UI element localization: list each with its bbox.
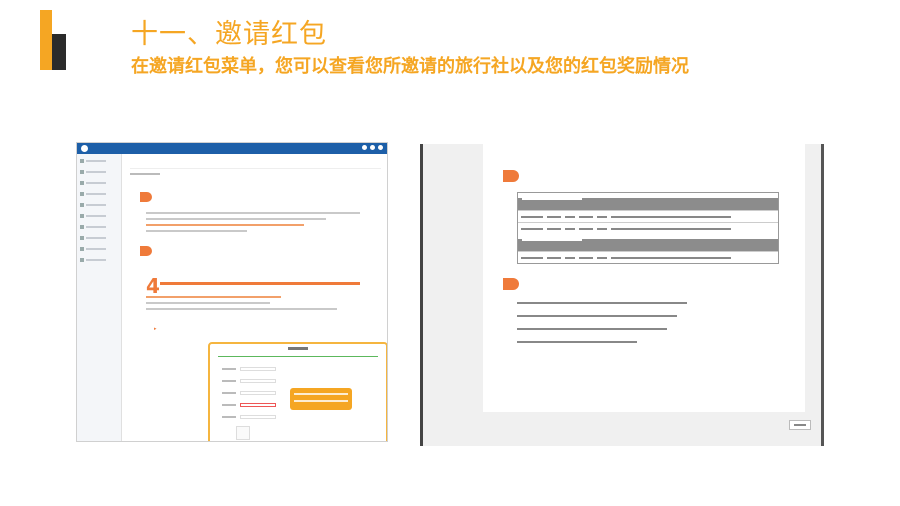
sidebar-item[interactable] xyxy=(80,167,118,176)
form-row[interactable] xyxy=(222,414,276,419)
text-block xyxy=(146,296,371,314)
table-row xyxy=(518,222,778,234)
left-screenshot: 4 ▸ xyxy=(76,142,388,442)
sidebar-item[interactable] xyxy=(80,211,118,220)
rules-text xyxy=(517,302,717,354)
menu-icon xyxy=(80,246,84,251)
section-tag xyxy=(140,246,152,256)
details-page xyxy=(483,144,805,412)
logo-block-dark xyxy=(52,34,66,70)
reward-table xyxy=(517,192,779,264)
qr-code xyxy=(236,426,250,440)
menu-icon xyxy=(80,158,84,163)
user-icon[interactable] xyxy=(378,145,383,150)
menu-icon xyxy=(80,180,84,185)
menu-icon xyxy=(80,257,84,262)
app-sidebar xyxy=(77,154,122,441)
header-tools xyxy=(362,145,383,150)
invite-form-card xyxy=(208,342,387,441)
notification-icon[interactable] xyxy=(362,145,367,150)
slide-title: 十一、邀请红包 xyxy=(131,19,327,50)
form-header xyxy=(218,347,378,357)
promo-headline xyxy=(160,282,360,285)
logo-icon xyxy=(81,145,88,152)
breadcrumb xyxy=(130,160,381,175)
menu-icon xyxy=(80,169,84,174)
form-row[interactable] xyxy=(222,378,276,383)
sidebar-item[interactable] xyxy=(80,200,118,209)
sidebar-item[interactable] xyxy=(80,244,118,253)
menu-icon xyxy=(80,235,84,240)
slide-subtitle: 在邀请红包菜单，您可以查看您所邀请的旅行社以及您的红包奖励情况 xyxy=(131,56,689,77)
form-row[interactable] xyxy=(222,402,276,407)
section-tag xyxy=(140,192,152,202)
sidebar-item[interactable] xyxy=(80,178,118,187)
how-link[interactable]: ▸ xyxy=(154,326,157,332)
section-tag xyxy=(503,170,519,182)
app-main: 4 ▸ xyxy=(124,154,387,441)
app-header xyxy=(77,143,387,154)
callout xyxy=(290,388,352,410)
sidebar-item[interactable] xyxy=(80,156,118,165)
menu-icon xyxy=(80,224,84,229)
table-header xyxy=(518,198,778,210)
form-row[interactable] xyxy=(222,390,276,395)
sidebar-item[interactable] xyxy=(80,255,118,264)
form-row[interactable] xyxy=(222,366,276,371)
menu-icon xyxy=(80,191,84,196)
sidebar-item[interactable] xyxy=(80,233,118,242)
close-icon xyxy=(794,424,806,426)
close-button[interactable] xyxy=(789,420,811,430)
menu-icon xyxy=(80,202,84,207)
logo-block-orange xyxy=(40,10,52,70)
right-screenshot xyxy=(420,144,824,446)
section-tag xyxy=(503,278,519,290)
table-header xyxy=(518,239,778,251)
table-row xyxy=(518,210,778,222)
table-row xyxy=(518,251,778,263)
slide: 十一、邀请红包 在邀请红包菜单，您可以查看您所邀请的旅行社以及您的红包奖励情况 xyxy=(0,0,900,506)
text-block xyxy=(146,212,371,236)
promo-number: 4 xyxy=(146,274,160,298)
settings-icon[interactable] xyxy=(370,145,375,150)
menu-icon xyxy=(80,213,84,218)
sidebar-item[interactable] xyxy=(80,189,118,198)
sidebar-item[interactable] xyxy=(80,222,118,231)
